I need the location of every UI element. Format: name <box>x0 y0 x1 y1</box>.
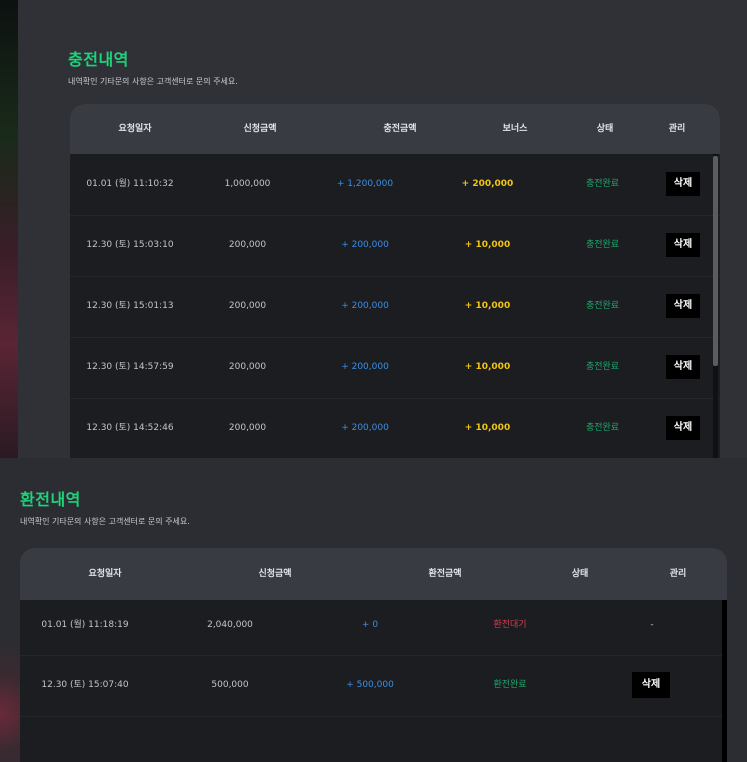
col-exchange-amount: 환전금액 <box>428 569 462 579</box>
col-status: 상태 <box>596 124 614 134</box>
delete-button[interactable]: 삭제 <box>632 672 670 698</box>
table-row: 12.30 (토) 14:57:59 200,000 + 200,000 + 1… <box>70 337 720 399</box>
row-date: 12.30 (토) 15:01:13 <box>86 301 174 311</box>
delete-button[interactable]: 삭제 <box>666 355 700 379</box>
row-bonus: + 10,000 <box>464 301 511 311</box>
row-status: 충전완료 <box>585 179 620 189</box>
row-date: 12.30 (토) 14:57:59 <box>86 362 174 372</box>
col-manage: 관리 <box>669 569 687 579</box>
table-row: 12.30 (토) 14:52:46 200,000 + 200,000 + 1… <box>70 398 720 458</box>
col-request-date: 요청일자 <box>88 569 122 579</box>
background-artwork <box>0 0 18 458</box>
charge-table: 요청일자 신청금액 충전금액 보너스 상태 관리 01.01 (월) 11:10… <box>70 104 720 458</box>
exchange-scrollbar[interactable] <box>722 600 727 762</box>
delete-button[interactable]: 삭제 <box>666 294 700 318</box>
exchange-history-title: 환전내역 <box>20 490 81 509</box>
table-row: 01.01 (월) 11:18:19 2,040,000 + 0 환전대기 - <box>20 600 727 656</box>
row-bonus: + 10,000 <box>464 240 511 250</box>
charge-history-desc: 내역확인 기타문의 사항은 고객센터로 문의 주세요. <box>68 77 238 86</box>
col-apply-amount: 신청금액 <box>258 569 292 579</box>
row-amount: + 200,000 <box>341 240 389 250</box>
row-status: 환전대기 <box>493 620 527 630</box>
background-artwork-bottom <box>0 640 20 762</box>
row-status: 충전완료 <box>585 423 620 433</box>
row-apply: 2,040,000 <box>207 620 253 630</box>
table-row: 12.30 (토) 15:03:10 200,000 + 200,000 + 1… <box>70 215 720 277</box>
charge-scrollbar-thumb[interactable] <box>713 156 718 366</box>
row-amount: + 1,200,000 <box>336 179 394 189</box>
row-apply: 500,000 <box>211 680 249 690</box>
exchange-table-header: 요청일자 신청금액 환전금액 상태 관리 <box>20 548 727 600</box>
row-apply: 200,000 <box>228 423 267 433</box>
col-manage: 관리 <box>668 124 686 134</box>
row-bonus: + 200,000 <box>461 179 514 189</box>
row-status: 환전완료 <box>493 680 527 690</box>
exchange-table: 요청일자 신청금액 환전금액 상태 관리 01.01 (월) 11:18:19 … <box>20 548 727 762</box>
exchange-history-desc: 내역확인 기타문의 사항은 고객센터로 문의 주세요. <box>20 517 190 526</box>
table-row: 12.30 (토) 15:07:40 500,000 + 500,000 환전완… <box>20 655 727 717</box>
row-bonus: + 10,000 <box>464 423 511 433</box>
row-apply: 1,000,000 <box>224 179 271 189</box>
row-apply: 200,000 <box>228 240 267 250</box>
row-apply: 200,000 <box>228 301 267 311</box>
row-date: 01.01 (월) 11:18:19 <box>41 620 129 630</box>
row-apply: 200,000 <box>228 362 267 372</box>
row-amount: + 0 <box>361 620 379 630</box>
charge-scrollbar[interactable] <box>713 154 718 458</box>
row-bonus: + 10,000 <box>464 362 511 372</box>
row-date: 01.01 (월) 11:10:32 <box>86 179 174 189</box>
col-bonus: 보너스 <box>502 124 528 134</box>
row-date: 12.30 (토) 15:07:40 <box>41 680 129 690</box>
delete-button[interactable]: 삭제 <box>666 233 700 257</box>
row-amount: + 200,000 <box>341 362 389 372</box>
row-amount: + 200,000 <box>341 423 389 433</box>
col-status: 상태 <box>571 569 589 579</box>
charge-history-title: 충전내역 <box>68 50 129 69</box>
row-amount: + 200,000 <box>341 301 389 311</box>
row-date: 12.30 (토) 14:52:46 <box>86 423 174 433</box>
table-row: 01.01 (월) 11:10:32 1,000,000 + 1,200,000… <box>70 154 720 216</box>
col-apply-amount: 신청금액 <box>243 124 277 134</box>
row-date: 12.30 (토) 15:03:10 <box>86 240 174 250</box>
row-status: 충전완료 <box>585 362 620 372</box>
charge-table-header: 요청일자 신청금액 충전금액 보너스 상태 관리 <box>70 104 720 154</box>
row-status: 충전완료 <box>585 301 620 311</box>
delete-button[interactable]: 삭제 <box>666 416 700 440</box>
delete-button[interactable]: 삭제 <box>666 172 700 196</box>
row-status: 충전완료 <box>585 240 620 250</box>
row-action: - <box>650 620 654 630</box>
table-row: 12.30 (토) 15:01:13 200,000 + 200,000 + 1… <box>70 276 720 338</box>
col-charge-amount: 충전금액 <box>383 124 417 134</box>
row-amount: + 500,000 <box>346 680 394 690</box>
col-request-date: 요청일자 <box>118 124 152 134</box>
